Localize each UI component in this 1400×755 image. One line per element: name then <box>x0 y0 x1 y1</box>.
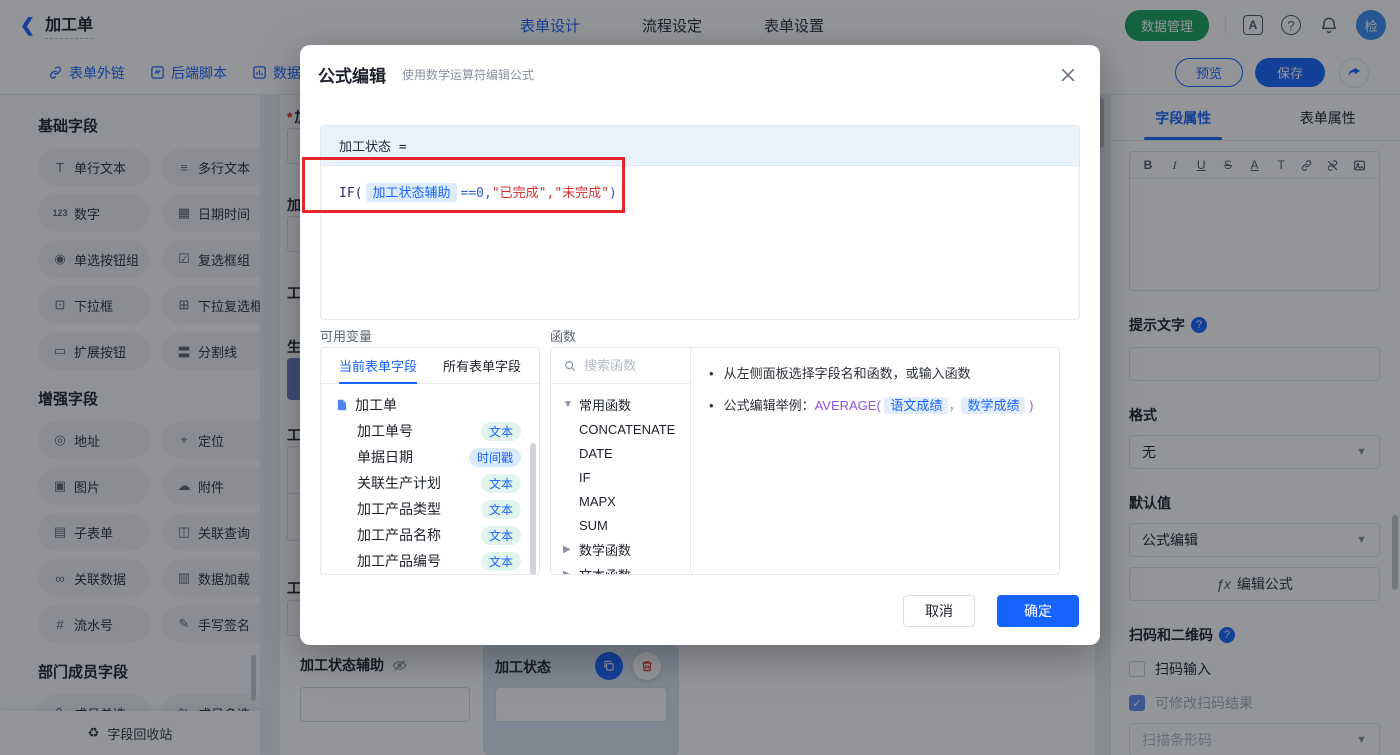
tab-current-form-fields[interactable]: 当前表单字段 <box>339 348 418 384</box>
modal-subtitle: 使用数学运算符编辑公式 <box>402 67 535 82</box>
variable-row[interactable]: 单据日期 时间戳 <box>335 444 529 470</box>
type-badge: 文本 <box>480 473 521 493</box>
close-icon[interactable] <box>1058 65 1078 85</box>
variable-row[interactable]: 关联生产计划 文本 <box>335 470 529 496</box>
search-icon <box>565 360 576 371</box>
type-badge: 时间戳 <box>468 447 521 467</box>
variables-scrollbar[interactable] <box>530 443 536 574</box>
cancel-button[interactable]: 取消 <box>903 595 975 627</box>
chevron-down-icon: ▼ <box>563 399 573 410</box>
function-group-common[interactable]: ▼ 常用函数 <box>563 392 699 417</box>
variable-row[interactable]: 加工产品名称 文本 <box>335 522 529 548</box>
example-function-name: AVERAGE( <box>814 397 881 413</box>
variable-row[interactable]: 加工产品编号 文本 <box>335 548 529 574</box>
formula-editor-modal: 公式编辑 使用数学运算符编辑公式 加工状态 = IF(加工状态辅助 ==0,"已完… <box>300 45 1100 645</box>
formula-help-panel: • 从左侧面板选择字段名和函数，或输入函数 • 公式编辑举例：AVERAGE( 语… <box>690 347 1060 575</box>
example-field-chip: 数学成绩 <box>961 396 1026 414</box>
variable-row[interactable]: 加工产品类型 文本 <box>335 496 529 522</box>
function-item[interactable]: MAPX <box>563 489 699 513</box>
variables-panel: 当前表单字段 所有表单字段 加工单 加工单号 文本 单据日期 时间戳 关联生产计划文… <box>320 347 540 575</box>
function-group-math[interactable]: ▶ 数学函数 <box>563 537 699 562</box>
variable-row[interactable]: 加工单号 文本 <box>335 418 529 444</box>
function-item[interactable]: CONCATENATE <box>563 417 699 441</box>
modal-title: 公式编辑 <box>318 66 386 86</box>
variables-tabs: 当前表单字段 所有表单字段 <box>321 348 539 384</box>
function-list: ▼ 常用函数 CONCATENATE DATE IF MAPX SUM ▶ 数学函数… <box>551 384 699 575</box>
chevron-right-icon: ▶ <box>563 544 571 555</box>
help-tip-2: • 公式编辑举例：AVERAGE( 语文成绩，数学成绩 ) <box>709 396 1034 414</box>
app-root: ❮ 加工单 表单设计 流程设定 表单设置 数据管理 A ? 检 表单外链 后端脚… <box>0 0 1400 755</box>
type-badge: 文本 <box>480 499 521 519</box>
function-item[interactable]: IF <box>563 465 699 489</box>
help-tip-1: • 从左侧面板选择字段名和函数，或输入函数 <box>709 366 971 381</box>
function-search[interactable] <box>551 348 699 384</box>
variables-list: 加工单 加工单号 文本 单据日期 时间戳 关联生产计划 文本 加工产品类型 文本 加工产… <box>321 384 539 574</box>
function-item[interactable]: SUM <box>563 513 699 537</box>
file-icon <box>337 399 347 411</box>
functions-panel: ▼常用函数 CONCATENATE DATE IF MAPX SUM ▶数学函数… <box>550 347 700 575</box>
type-badge: 文本 <box>480 525 521 545</box>
type-badge: 文本 <box>480 421 521 441</box>
example-field-chip: 语文成绩 <box>884 396 949 414</box>
function-search-input[interactable] <box>584 358 684 373</box>
tab-all-form-fields[interactable]: 所有表单字段 <box>443 348 521 384</box>
function-item[interactable]: DATE <box>563 441 699 465</box>
function-group-text[interactable]: ▶文本函数 <box>563 562 699 575</box>
functions-label: 函数 <box>550 329 577 344</box>
variables-label: 可用变量 <box>320 329 373 344</box>
chevron-right-icon: ▶ <box>563 569 571 575</box>
annotation-red-box <box>302 157 625 213</box>
type-badge: 文本 <box>480 551 521 571</box>
formula-editor-box: 加工状态 = IF(加工状态辅助 ==0,"已完成","未完成") <box>320 125 1080 320</box>
variables-root-row[interactable]: 加工单 <box>335 392 529 418</box>
modal-header: 公式编辑 使用数学运算符编辑公式 <box>300 45 1100 103</box>
confirm-button[interactable]: 确定 <box>997 595 1079 627</box>
